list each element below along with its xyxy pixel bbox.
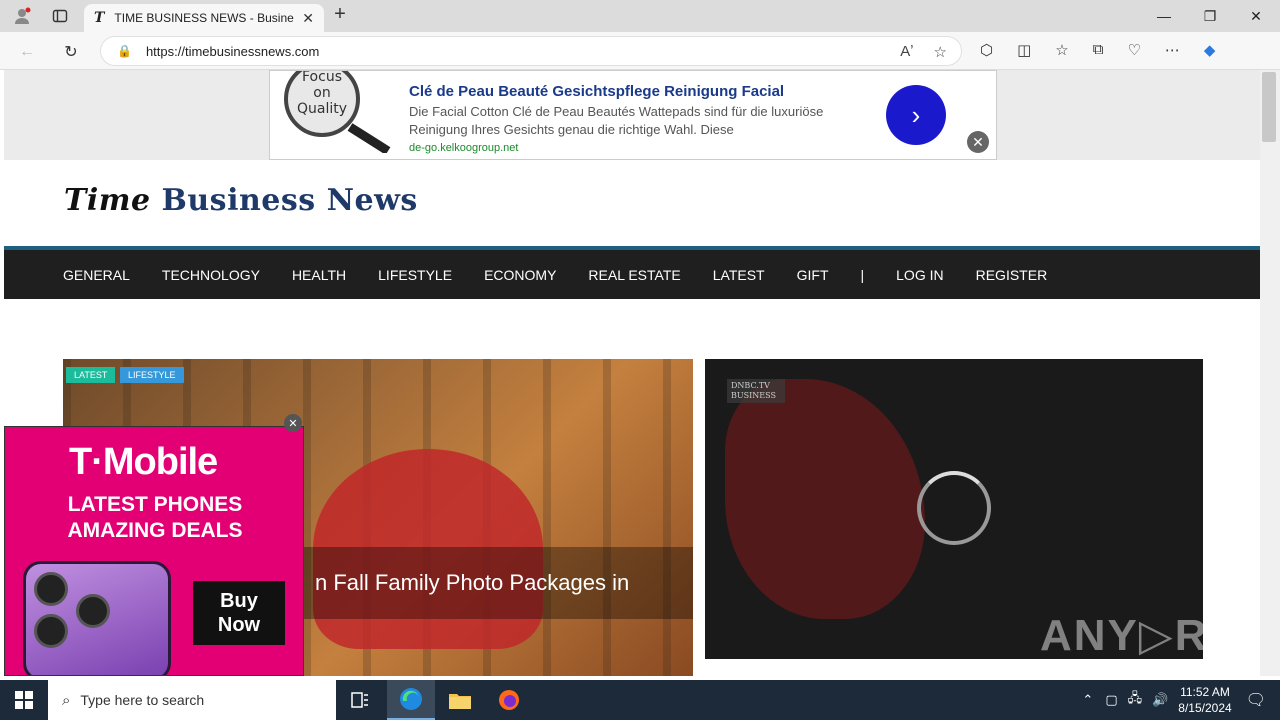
- ad-arrow-button[interactable]: ›: [886, 85, 946, 145]
- tab-actions-icon[interactable]: [50, 6, 70, 26]
- tag-lifestyle[interactable]: LIFESTYLE: [120, 367, 184, 383]
- task-view-icon[interactable]: [336, 680, 384, 720]
- camera-lens-icon: [76, 594, 110, 628]
- windows-start-icon[interactable]: [0, 680, 48, 720]
- ad-image-text-2: on: [313, 85, 330, 101]
- lock-icon[interactable]: 🔒: [117, 44, 132, 58]
- favorites-icon[interactable]: ☆: [1055, 41, 1068, 59]
- notification-icon[interactable]: 🗨: [1246, 690, 1266, 710]
- close-ad-icon[interactable]: ✕: [967, 131, 989, 153]
- buy-label: Buy: [220, 590, 258, 612]
- windows-taskbar: ⌕ Type here to search ⌃ ▢ 🖧 🔊 11:52 AM 8…: [0, 680, 1280, 720]
- system-tray: ⌃ ▢ 🖧 🔊 11:52 AM 8/15/2024 🗨: [1082, 680, 1280, 720]
- nav-health[interactable]: HEALTH: [292, 267, 346, 283]
- show-hidden-icons-icon[interactable]: ⌃: [1082, 692, 1093, 708]
- ad-headline[interactable]: Clé de Peau Beauté Gesichtspflege Reinig…: [409, 83, 784, 100]
- search-placeholder: Type here to search: [80, 692, 205, 708]
- edge-browser-icon[interactable]: [387, 680, 435, 720]
- refresh-icon[interactable]: ↻: [60, 41, 82, 63]
- copilot-icon[interactable]: ◆: [1204, 41, 1216, 59]
- phone-image: [23, 561, 171, 675]
- close-side-ad-icon[interactable]: ✕: [284, 414, 302, 432]
- taskbar-clock[interactable]: 11:52 AM 8/15/2024: [1178, 684, 1231, 716]
- nav-economy[interactable]: ECONOMY: [484, 267, 556, 283]
- clock-date: 8/15/2024: [1178, 701, 1232, 715]
- read-aloud-icon[interactable]: Aʼ: [900, 43, 913, 61]
- browser-tab-active[interactable]: T TIME BUSINESS NEWS - Business ✕: [84, 4, 324, 32]
- close-window-button[interactable]: ✕: [1233, 0, 1279, 32]
- more-menu-icon[interactable]: ⋯: [1165, 41, 1180, 59]
- firefox-icon[interactable]: [485, 680, 533, 720]
- video-map-frame: [725, 379, 925, 619]
- extensions-icon[interactable]: ⬡: [980, 41, 993, 59]
- page-scrollbar[interactable]: ▲: [1260, 70, 1280, 676]
- favorite-star-icon[interactable]: ☆: [934, 43, 947, 61]
- file-explorer-icon[interactable]: [436, 680, 484, 720]
- nav-technology[interactable]: TECHNOLOGY: [162, 267, 260, 283]
- tab-title: TIME BUSINESS NEWS - Business: [114, 11, 295, 25]
- network-icon[interactable]: 🖧: [1128, 689, 1143, 711]
- ad-domain[interactable]: de-go.kelkoogroup.net: [409, 142, 518, 154]
- split-screen-icon[interactable]: ◫: [1017, 41, 1031, 59]
- nav-login[interactable]: LOG IN: [896, 267, 943, 283]
- nav-gift[interactable]: GIFT: [797, 267, 829, 283]
- scroll-thumb[interactable]: [1262, 72, 1276, 142]
- camera-lens-icon: [34, 572, 68, 606]
- logo-text-business-news: Business News: [161, 183, 418, 218]
- ad-band: Focus on Quality Clé de Peau Beauté Gesi…: [4, 70, 1260, 160]
- main-navigation: GENERAL TECHNOLOGY HEALTH LIFESTYLE ECON…: [4, 246, 1260, 299]
- ad-magnifier-image: Focus on Quality: [278, 71, 392, 155]
- close-tab-icon[interactable]: ✕: [302, 10, 314, 27]
- ad-body-text: Die Facial Cotton Clé de Peau Beautés Wa…: [409, 104, 824, 137]
- now-label: Now: [217, 614, 261, 636]
- minimize-button[interactable]: —: [1141, 0, 1187, 32]
- address-bar: ← ↻ 🔒 https://timebusinessnews.com Aʼ ☆ …: [0, 32, 1280, 70]
- performance-icon[interactable]: ♡: [1127, 41, 1140, 59]
- nav-register[interactable]: REGISTER: [976, 267, 1048, 283]
- video-channel-logo: DNBC.TV BUSINESS: [727, 379, 785, 403]
- tmobile-logo: T·Mobile: [69, 441, 218, 483]
- url-field[interactable]: 🔒 https://timebusinessnews.com Aʼ ☆: [100, 36, 962, 66]
- clock-time: 11:52 AM: [1180, 685, 1230, 699]
- ad-image-text-1: Focus: [302, 71, 342, 85]
- nav-real-estate[interactable]: REAL ESTATE: [588, 267, 680, 283]
- taskbar-search-box[interactable]: ⌕ Type here to search: [48, 680, 336, 720]
- loading-spinner-icon: [917, 471, 991, 545]
- profile-icon[interactable]: [12, 6, 32, 26]
- restore-button[interactable]: ❐: [1187, 0, 1233, 32]
- tag-latest[interactable]: LATEST: [66, 367, 116, 383]
- site-logo[interactable]: Time Business News: [64, 183, 418, 218]
- ad-line-phones: LATEST PHONES: [67, 493, 243, 516]
- nav-general[interactable]: GENERAL: [63, 267, 130, 283]
- top-banner-ad[interactable]: Focus on Quality Clé de Peau Beauté Gesi…: [269, 70, 997, 160]
- url-text: https://timebusinessnews.com: [145, 43, 320, 59]
- tab-bar: T TIME BUSINESS NEWS - Business ✕ + — ❐ …: [0, 0, 1280, 32]
- logo-text-time: Time: [64, 183, 151, 218]
- nav-latest[interactable]: LATEST: [713, 267, 765, 283]
- anyrun-watermark: ANY▷RUN: [1040, 611, 1260, 660]
- search-icon: ⌕: [62, 691, 71, 709]
- site-favicon-icon: T: [94, 10, 105, 26]
- device-icon[interactable]: ▢: [1105, 692, 1117, 708]
- nav-separator: |: [860, 266, 865, 283]
- ad-line-deals: AMAZING DEALS: [67, 519, 243, 542]
- back-icon[interactable]: ←: [16, 41, 38, 63]
- ad-image-text-3: Quality: [297, 101, 347, 117]
- camera-lens-icon: [34, 614, 68, 648]
- buy-now-button[interactable]: Buy Now: [193, 581, 285, 645]
- volume-icon[interactable]: 🔊: [1152, 692, 1168, 708]
- new-tab-icon[interactable]: +: [330, 3, 350, 25]
- collections-icon[interactable]: ⧉: [1093, 41, 1104, 59]
- tmobile-ad[interactable]: T·Mobile LATEST PHONES AMAZING DEALS Buy…: [4, 426, 304, 676]
- nav-lifestyle[interactable]: LIFESTYLE: [378, 267, 452, 283]
